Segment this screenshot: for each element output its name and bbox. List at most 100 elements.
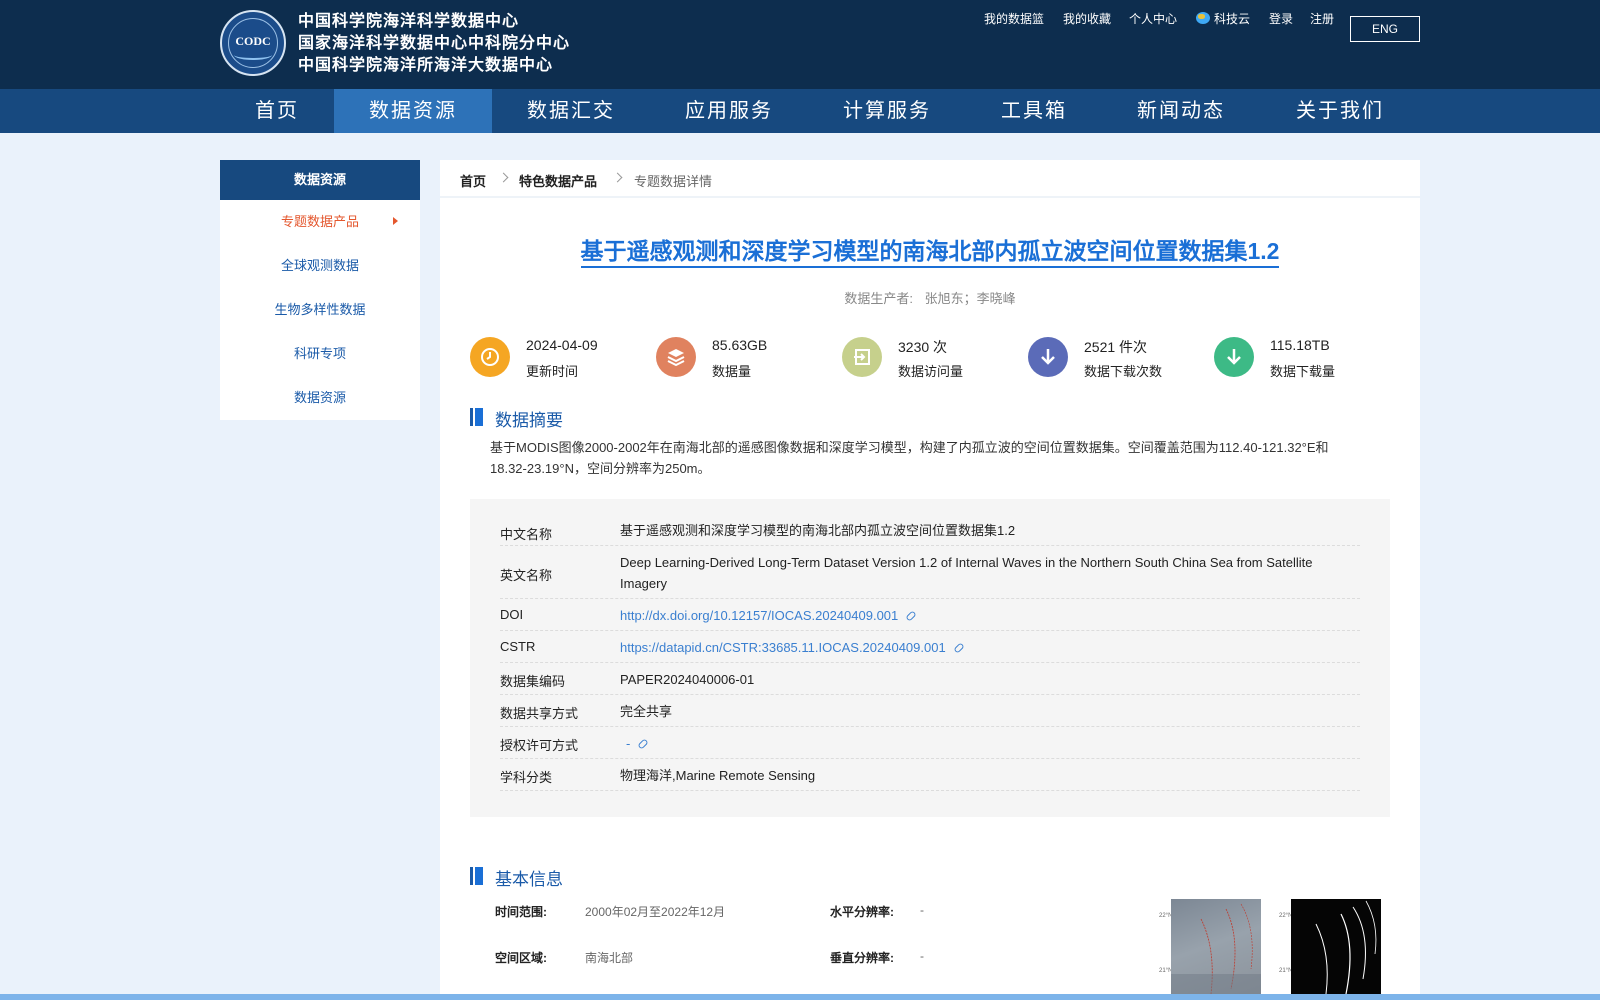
license-link[interactable]: -	[620, 733, 1355, 754]
breadcrumb: 首页 特色数据产品 专题数据详情	[440, 160, 1420, 198]
nav-data-submission[interactable]: 数据汇交	[492, 89, 650, 133]
nav-data-resources[interactable]: 数据资源	[334, 89, 492, 133]
sidebar-item-label: 全球观测数据	[280, 258, 359, 273]
chevron-right-icon	[498, 172, 509, 183]
nav-app-services[interactable]: 应用服务	[650, 89, 808, 133]
nav-news[interactable]: 新闻动态	[1102, 89, 1260, 133]
sidebar-item-label: 生物多样性数据	[274, 302, 366, 317]
h-res-label: 水平分辨率:	[830, 905, 894, 919]
nav-home[interactable]: 首页	[220, 89, 334, 133]
sidebar: 数据资源 专题数据产品 全球观测数据 生物多样性数据 科研专项 数据资源	[220, 160, 420, 420]
dataset-title: 基于遥感观测和深度学习模型的南海北部内孤立波空间位置数据集1.2	[440, 232, 1420, 268]
meta-key: 学科分类	[500, 770, 553, 785]
sidebar-item-global-observation[interactable]: 全球观测数据	[220, 244, 420, 288]
my-data-basket-link[interactable]: 我的数据篮	[984, 11, 1044, 27]
region-value: 南海北部	[585, 951, 634, 965]
table-row: 学科分类 物理海洋,Marine Remote Sensing	[500, 759, 1360, 791]
section-marker-icon	[470, 867, 473, 885]
cloud-globe-icon	[1196, 12, 1210, 24]
license-link-text: -	[626, 736, 631, 751]
sidebar-item-research-projects[interactable]: 科研专项	[220, 332, 420, 376]
bottom-scroll-strip	[0, 994, 1600, 1000]
section-marker-icon	[475, 408, 483, 426]
logo-waves	[234, 50, 272, 60]
producer-names: 张旭东；李晓峰	[924, 291, 1016, 306]
stat-value: 2521 件次	[1084, 339, 1148, 355]
sidebar-title: 数据资源	[220, 160, 420, 200]
download-icon	[1028, 337, 1068, 377]
stat-visits: 3230 次 数据访问量	[842, 337, 1022, 381]
stat-label: 数据访问量	[898, 364, 964, 379]
stat-value: 115.18TB	[1270, 337, 1330, 353]
language-toggle-button[interactable]: ENG	[1350, 16, 1420, 42]
personal-center-link[interactable]: 个人中心	[1129, 11, 1177, 27]
producer-label: 数据生产者:	[844, 291, 913, 306]
stat-download-volume: 115.18TB 数据下载量	[1214, 337, 1394, 381]
login-link[interactable]: 登录	[1269, 11, 1293, 27]
table-row: DOI http://dx.doi.org/10.12157/IOCAS.202…	[500, 599, 1360, 631]
stat-data-volume: 85.63GB 数据量	[656, 337, 836, 381]
nav-toolbox[interactable]: 工具箱	[966, 89, 1102, 133]
chevron-right-icon	[612, 172, 623, 183]
satellite-thumbnail[interactable]	[1171, 899, 1261, 1000]
wave-mask-image	[1315, 900, 1377, 995]
caret-right-icon	[393, 217, 398, 225]
section-marker-icon	[470, 408, 473, 426]
meta-value: 物理海洋,Marine Remote Sensing	[620, 768, 816, 783]
table-row: 英文名称 Deep Learning-Derived Long-Term Dat…	[500, 546, 1360, 599]
doi-link[interactable]: http://dx.doi.org/10.12157/IOCAS.2024040…	[620, 605, 1355, 626]
wave-mask-thumbnail[interactable]	[1291, 899, 1381, 1000]
link-icon	[905, 610, 917, 622]
basic-info-heading-text: 基本信息	[495, 870, 563, 889]
metadata-table: 中文名称 基于遥感观测和深度学习模型的南海北部内孤立波空间位置数据集1.2 英文…	[470, 499, 1390, 817]
producer-line: 数据生产者: 张旭东；李晓峰	[440, 288, 1420, 307]
breadcrumb-current: 专题数据详情	[634, 174, 713, 189]
meta-key: 数据共享方式	[500, 706, 579, 721]
nav-compute-services[interactable]: 计算服务	[808, 89, 966, 133]
breadcrumb-featured-products[interactable]: 特色数据产品	[519, 171, 597, 190]
cstr-link[interactable]: https://datapid.cn/CSTR:33685.11.IOCAS.2…	[620, 637, 1355, 658]
register-link[interactable]: 注册	[1310, 11, 1334, 27]
stat-label: 数据下载量	[1270, 364, 1336, 379]
sidebar-item-thematic-products[interactable]: 专题数据产品	[220, 200, 420, 244]
logo-text: CODC	[235, 34, 271, 48]
sidebar-item-label: 数据资源	[293, 390, 346, 405]
table-row: 中文名称 基于遥感观测和深度学习模型的南海北部内孤立波空间位置数据集1.2	[500, 514, 1360, 546]
tech-cloud-label: 科技云	[1214, 12, 1251, 26]
v-res-value: -	[920, 949, 924, 963]
time-range-value: 2000年02月至2022年12月	[585, 905, 726, 919]
main-nav: 首页 数据资源 数据汇交 应用服务 计算服务 工具箱 新闻动态 关于我们	[0, 89, 1600, 133]
enter-icon	[842, 337, 882, 377]
sidebar-item-biodiversity[interactable]: 生物多样性数据	[220, 288, 420, 332]
cstr-link-text: https://datapid.cn/CSTR:33685.11.IOCAS.2…	[620, 640, 946, 655]
breadcrumb-home[interactable]: 首页	[460, 171, 486, 190]
meta-key: 中文名称	[500, 527, 553, 542]
table-row: 数据集编码 PAPER2024040006-01	[500, 663, 1360, 695]
stat-label: 数据下载次数	[1084, 364, 1163, 379]
sidebar-item-data-resources[interactable]: 数据资源	[220, 376, 420, 420]
meta-key: CSTR	[500, 639, 536, 654]
main-content: 首页 特色数据产品 专题数据详情 基于遥感观测和深度学习模型的南海北部内孤立波空…	[440, 160, 1420, 1000]
meta-key: 数据集编码	[500, 674, 566, 689]
download-icon	[1214, 337, 1254, 377]
table-row: 授权许可方式 -	[500, 727, 1360, 759]
nav-about-us[interactable]: 关于我们	[1260, 89, 1420, 133]
meta-key: 英文名称	[500, 568, 553, 583]
org-name-line: 中国科学院海洋所海洋大数据中心	[298, 55, 554, 74]
doi-link-text: http://dx.doi.org/10.12157/IOCAS.2024040…	[620, 608, 899, 623]
table-row: 数据共享方式 完全共享	[500, 695, 1360, 727]
time-range-label: 时间范围:	[495, 905, 547, 919]
top-links: 我的数据篮 我的收藏 个人中心 科技云 登录 注册 ENG	[0, 11, 1600, 42]
dataset-title-text: 基于遥感观测和深度学习模型的南海北部内孤立波空间位置数据集1.2	[580, 238, 1280, 268]
org-name-line: 国家海洋科学数据中心中科院分中心	[298, 33, 571, 52]
satellite-image	[1171, 903, 1261, 1000]
sidebar-item-label: 科研专项	[293, 346, 346, 361]
meta-key: DOI	[500, 607, 524, 622]
clock-icon	[470, 337, 510, 377]
stat-download-count: 2521 件次 数据下载次数	[1028, 337, 1208, 381]
my-favorites-link[interactable]: 我的收藏	[1063, 11, 1111, 27]
v-res-label: 垂直分辨率:	[830, 951, 894, 965]
site-header: CODC 中国科学院海洋科学数据中心 国家海洋科学数据中心中科院分中心 中国科学…	[0, 0, 1600, 133]
tech-cloud-link[interactable]: 科技云	[1196, 11, 1250, 27]
region-label: 空间区域:	[495, 951, 547, 965]
